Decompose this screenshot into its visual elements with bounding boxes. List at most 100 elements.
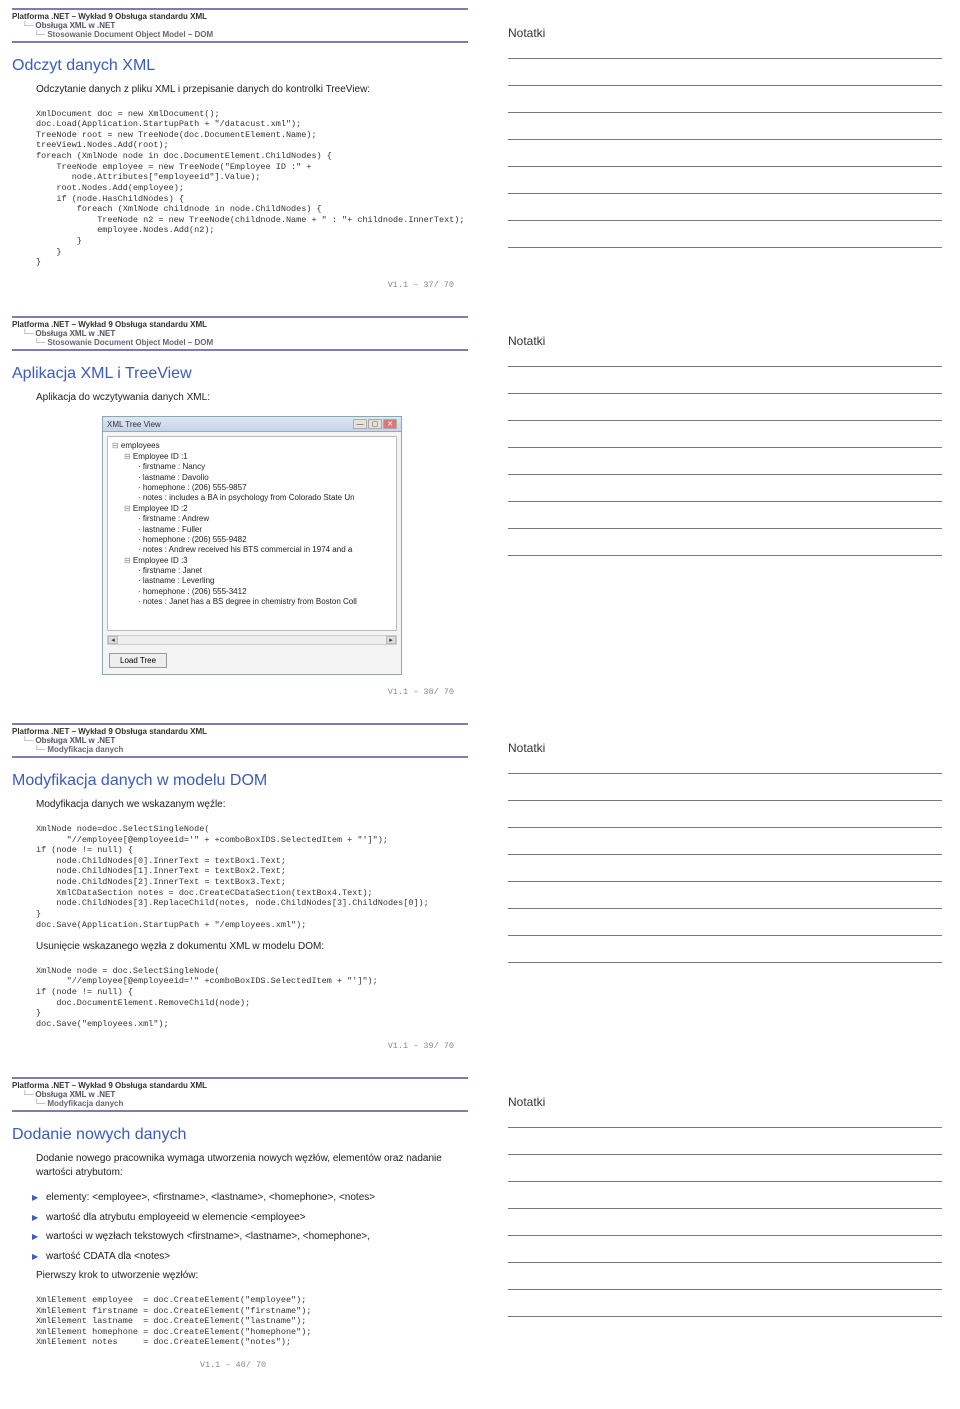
window-controls: — ▢ ✕ bbox=[353, 419, 397, 429]
code-block: XmlNode node=doc.SelectSingleNode( "//em… bbox=[12, 824, 468, 930]
breadcrumb-l3: Stosowanie Document Object Model – DOM bbox=[12, 338, 468, 351]
minimize-icon[interactable]: — bbox=[353, 419, 367, 429]
slide-title: Dodanie nowych danych bbox=[12, 1126, 468, 1144]
note-line bbox=[508, 773, 942, 774]
bullet-item: wartości w węzłach tekstowych <firstname… bbox=[46, 1230, 468, 1244]
note-line bbox=[508, 962, 942, 963]
tree-node[interactable]: · firstname : Nancy bbox=[110, 462, 394, 472]
slide-footer: V1.1 – 37/ 70 bbox=[12, 280, 468, 290]
slide-footer: V1.1 – 38/ 70 bbox=[12, 687, 468, 697]
slide-title: Odczyt danych XML bbox=[12, 57, 468, 75]
tree-node[interactable]: · firstname : Andrew bbox=[110, 514, 394, 524]
tree-node[interactable]: · lastname : Davolio bbox=[110, 473, 394, 483]
note-line bbox=[508, 220, 942, 221]
slide-left: Platforma .NET – Wykład 9 Obsługa standa… bbox=[0, 715, 480, 1059]
note-line bbox=[508, 447, 942, 448]
slide-left: Platforma .NET – Wykład 9 Obsługa standa… bbox=[0, 308, 480, 706]
close-icon[interactable]: ✕ bbox=[383, 419, 397, 429]
note-line bbox=[508, 1316, 942, 1317]
note-line bbox=[508, 58, 942, 59]
maximize-icon[interactable]: ▢ bbox=[368, 419, 382, 429]
button-row: Load Tree bbox=[103, 647, 401, 674]
breadcrumb-l1: Platforma .NET – Wykład 9 Obsługa standa… bbox=[12, 320, 468, 329]
code-block-2: XmlElement employee = doc.CreateElement(… bbox=[12, 1295, 468, 1348]
note-line bbox=[508, 420, 942, 421]
slide-left: Platforma .NET – Wykład 9 Obsługa standa… bbox=[0, 0, 480, 298]
note-line bbox=[508, 1262, 942, 1263]
note-line bbox=[508, 1154, 942, 1155]
tree-node[interactable]: ⊟ Employee ID :1 bbox=[110, 452, 394, 462]
breadcrumb-l2: Obsługa XML w .NET bbox=[12, 21, 468, 30]
notes-column: Notatki bbox=[480, 308, 960, 706]
note-line bbox=[508, 474, 942, 475]
app-window: XML Tree View — ▢ ✕ ⊟ employees⊟ Employe… bbox=[102, 416, 402, 675]
note-line bbox=[508, 1208, 942, 1209]
slide-40: Platforma .NET – Wykład 9 Obsługa standa… bbox=[0, 1069, 960, 1388]
code-block-2: XmlNode node = doc.SelectSingleNode( "//… bbox=[12, 966, 468, 1030]
bullet-list: elementy: <employee>, <firstname>, <last… bbox=[12, 1191, 468, 1263]
slide-39: Platforma .NET – Wykład 9 Obsługa standa… bbox=[0, 715, 960, 1069]
note-line bbox=[508, 85, 942, 86]
scroll-left-icon[interactable]: ◂ bbox=[108, 636, 118, 644]
intro-text: Aplikacja do wczytywania danych XML: bbox=[12, 391, 468, 405]
slide-38: Platforma .NET – Wykład 9 Obsługa standa… bbox=[0, 308, 960, 716]
intro-text-2: Usunięcie wskazanego węzła z dokumentu X… bbox=[12, 940, 468, 954]
note-line bbox=[508, 393, 942, 394]
note-line bbox=[508, 555, 942, 556]
note-line bbox=[508, 935, 942, 936]
note-line bbox=[508, 827, 942, 828]
note-line bbox=[508, 501, 942, 502]
slide-title: Modyfikacja danych w modelu DOM bbox=[12, 772, 468, 790]
intro-text: Dodanie nowego pracownika wymaga utworze… bbox=[12, 1152, 468, 1179]
intro-text: Modyfikacja danych we wskazanym węźle: bbox=[12, 798, 468, 812]
notes-column: Notatki bbox=[480, 0, 960, 298]
note-line bbox=[508, 1127, 942, 1128]
note-line bbox=[508, 800, 942, 801]
slide-title: Aplikacja XML i TreeView bbox=[12, 365, 468, 383]
load-tree-button[interactable]: Load Tree bbox=[109, 653, 167, 668]
notes-title: Notatki bbox=[508, 1095, 942, 1109]
bullet-item: wartość dla atrybutu employeeid w elemen… bbox=[46, 1211, 468, 1225]
tree-node[interactable]: · homephone : (206) 555-9482 bbox=[110, 535, 394, 545]
breadcrumb-l2: Obsługa XML w .NET bbox=[12, 329, 468, 338]
slide-footer: V1.1 – 40/ 70 bbox=[12, 1360, 468, 1370]
app-title: XML Tree View bbox=[107, 420, 161, 429]
tree-node[interactable]: · firstname : Janet bbox=[110, 566, 394, 576]
tree-node[interactable]: ⊟ Employee ID :3 bbox=[110, 556, 394, 566]
slide-footer: V1.1 – 39/ 70 bbox=[12, 1041, 468, 1051]
note-line bbox=[508, 193, 942, 194]
notes-title: Notatki bbox=[508, 334, 942, 348]
note-line bbox=[508, 881, 942, 882]
notes-column: Notatki bbox=[480, 1069, 960, 1378]
tree-node[interactable]: · lastname : Fuller bbox=[110, 525, 394, 535]
note-line bbox=[508, 112, 942, 113]
notes-title: Notatki bbox=[508, 741, 942, 755]
breadcrumb-l3: Modyfikacja danych bbox=[12, 1099, 468, 1112]
scroll-right-icon[interactable]: ▸ bbox=[386, 636, 396, 644]
note-line bbox=[508, 1289, 942, 1290]
tree-node[interactable]: · homephone : (206) 555-9857 bbox=[110, 483, 394, 493]
bullet-item: wartość CDATA dla <notes> bbox=[46, 1250, 468, 1264]
breadcrumb: Platforma .NET – Wykład 9 Obsługa standa… bbox=[12, 316, 468, 351]
tree-node[interactable]: · homephone : (206) 555-3412 bbox=[110, 587, 394, 597]
slide-37: Platforma .NET – Wykład 9 Obsługa standa… bbox=[0, 0, 960, 308]
note-line bbox=[508, 528, 942, 529]
tree-node[interactable]: ⊟ employees bbox=[110, 441, 394, 451]
tree-node[interactable]: ⊟ Employee ID :2 bbox=[110, 504, 394, 514]
tree-node[interactable]: · notes : includes a BA in psychology fr… bbox=[110, 493, 394, 503]
breadcrumb: Platforma .NET – Wykład 9 Obsługa standa… bbox=[12, 8, 468, 43]
tree-view[interactable]: ⊟ employees⊟ Employee ID :1· firstname :… bbox=[107, 436, 397, 631]
app-titlebar: XML Tree View — ▢ ✕ bbox=[103, 417, 401, 432]
slide-left: Platforma .NET – Wykład 9 Obsługa standa… bbox=[0, 1069, 480, 1378]
breadcrumb: Platforma .NET – Wykład 9 Obsługa standa… bbox=[12, 1077, 468, 1112]
breadcrumb-l3: Modyfikacja danych bbox=[12, 745, 468, 758]
note-line bbox=[508, 166, 942, 167]
tree-node[interactable]: · notes : Janet has a BS degree in chemi… bbox=[110, 597, 394, 607]
note-line bbox=[508, 1235, 942, 1236]
note-line bbox=[508, 908, 942, 909]
breadcrumb: Platforma .NET – Wykład 9 Obsługa standa… bbox=[12, 723, 468, 758]
horizontal-scrollbar[interactable]: ◂▸ bbox=[107, 635, 397, 645]
tree-node[interactable]: · lastname : Leverling bbox=[110, 576, 394, 586]
tree-node[interactable]: · notes : Andrew received his BTS commer… bbox=[110, 545, 394, 555]
note-line bbox=[508, 1181, 942, 1182]
